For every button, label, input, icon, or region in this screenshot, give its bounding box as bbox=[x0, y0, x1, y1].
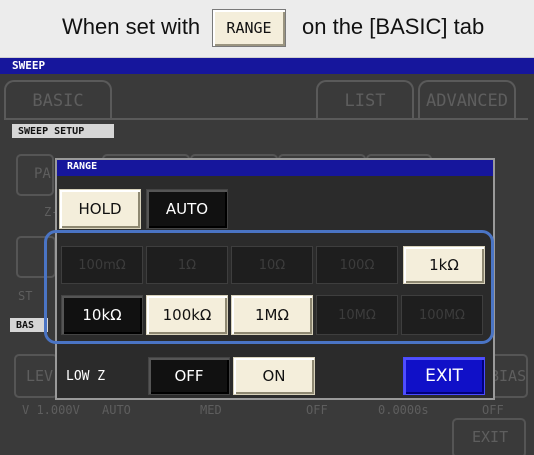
status-range: AUTO bbox=[102, 403, 131, 417]
background-st-text: ST bbox=[18, 289, 33, 303]
range-button-illustration: RANGE bbox=[212, 9, 286, 47]
exit-button[interactable]: EXIT bbox=[403, 357, 485, 395]
range-1kohm-button[interactable]: 1kΩ bbox=[403, 246, 485, 284]
low-z-off-button[interactable]: OFF bbox=[148, 357, 230, 395]
screen-title: SWEEP bbox=[12, 59, 46, 72]
screen-titlebar: SWEEP bbox=[0, 58, 534, 74]
tab-basic[interactable]: BASIC bbox=[4, 80, 112, 120]
auto-button[interactable]: AUTO bbox=[146, 189, 228, 229]
sweep-setup-label: SWEEP SETUP bbox=[12, 124, 114, 138]
background-lev-text: LEV bbox=[26, 367, 54, 385]
dialog-title: RANGE bbox=[67, 161, 98, 172]
range-10mohm-button[interactable]: 10MΩ bbox=[316, 295, 398, 335]
tab-divider bbox=[4, 118, 528, 120]
background-pa-text: PA bbox=[34, 166, 51, 182]
range-100ohm-button[interactable]: 100Ω bbox=[316, 246, 398, 284]
status-speed: MED bbox=[200, 403, 222, 417]
caption-prefix: When set with bbox=[62, 14, 201, 39]
dialog-titlebar: RANGE bbox=[57, 160, 493, 176]
background-bias-text: BIAS bbox=[490, 367, 527, 385]
bas-label: BAS bbox=[10, 318, 48, 332]
caption-banner: When set with RANGE on the [BASIC] tab bbox=[0, 0, 534, 58]
hold-button[interactable]: HOLD bbox=[59, 189, 141, 229]
caption-suffix: on the [BASIC] tab bbox=[302, 14, 485, 39]
range-10kohm-button[interactable]: 10kΩ bbox=[61, 295, 143, 335]
background-exit-text: EXIT bbox=[472, 428, 509, 446]
tab-advanced[interactable]: ADVANCED bbox=[418, 80, 516, 120]
status-bias: OFF bbox=[482, 403, 504, 417]
range-100mohm-button[interactable]: 100mΩ bbox=[61, 246, 143, 284]
range-1ohm-button[interactable]: 1Ω bbox=[146, 246, 228, 284]
range-10ohm-button[interactable]: 10Ω bbox=[231, 246, 313, 284]
status-delay: 0.0000s bbox=[378, 403, 429, 417]
status-avg: OFF bbox=[306, 403, 328, 417]
range-100kohm-button[interactable]: 100kΩ bbox=[146, 295, 228, 335]
range-1mohm-button[interactable]: 1MΩ bbox=[231, 295, 313, 335]
low-z-label: LOW Z bbox=[66, 369, 106, 384]
low-z-on-button[interactable]: ON bbox=[233, 357, 315, 395]
range-100mohm-big-button[interactable]: 100MΩ bbox=[401, 295, 483, 335]
tab-list[interactable]: LIST bbox=[316, 80, 414, 120]
status-level: V 1.000V bbox=[22, 403, 80, 417]
